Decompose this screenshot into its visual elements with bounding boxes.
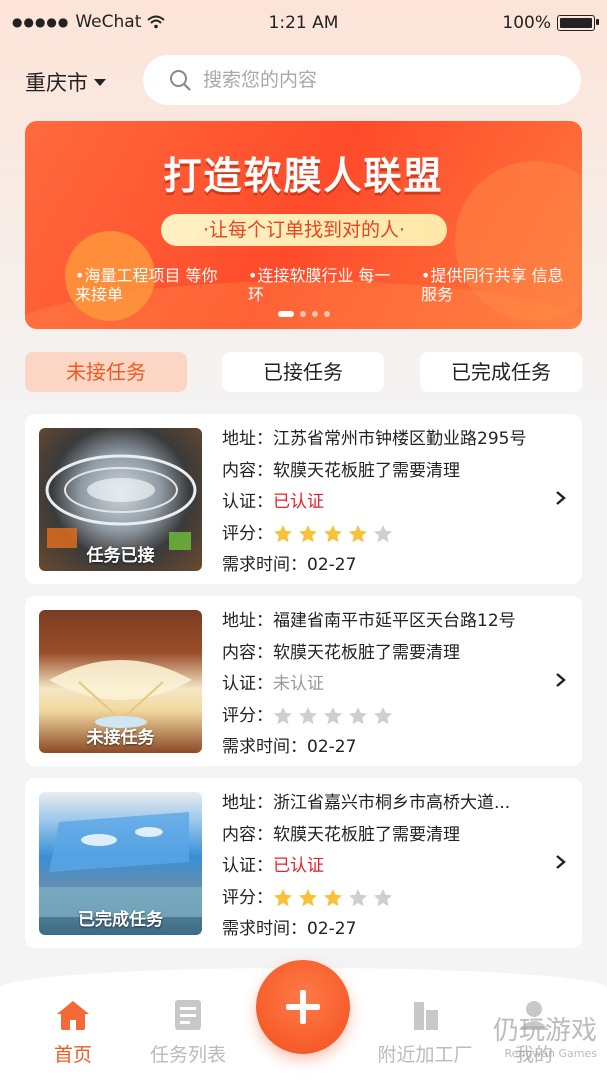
star-icon — [299, 889, 317, 907]
caret-down-icon — [94, 78, 106, 86]
banner-feature: •海量工程项目 等你来接单 — [75, 266, 218, 304]
task-time: 02-27 — [307, 737, 357, 757]
chevron-right-icon[interactable] — [554, 855, 568, 869]
watermark-sub: Rengwan Games — [504, 1047, 597, 1060]
rating-stars — [273, 888, 393, 908]
tab-home-label: 首页 — [53, 1044, 92, 1066]
task-status-caption: 未接任务 — [86, 728, 155, 748]
task-image: 任务已接 — [39, 428, 202, 571]
task-certification: 未认证 — [273, 674, 324, 694]
rating-label: 评分： — [222, 705, 273, 726]
search-icon — [170, 70, 191, 91]
star-icon — [324, 707, 342, 725]
banner-dot[interactable] — [277, 311, 294, 317]
task-address: 浙江省嘉兴市桐乡市高桥大道... — [273, 793, 511, 813]
address-label: 地址： — [222, 429, 273, 449]
rating-label: 评分： — [222, 523, 273, 544]
task-time: 02-27 — [307, 555, 357, 575]
tab-accepted[interactable]: 已接任务 — [222, 352, 384, 392]
cert-label: 认证： — [222, 856, 273, 876]
search-bar[interactable] — [143, 55, 581, 105]
task-info: 地址： 浙江省嘉兴市桐乡市高桥大道... 内容： 软膜天花板脏了需要清理 认证： 已认… — [222, 788, 568, 946]
banner-features: •海量工程项目 等你来接单 •连接软膜行业 每一环 •提供同行共享 信息服务 — [75, 266, 566, 304]
banner-feature: •提供同行共享 信息服务 — [421, 266, 564, 304]
star-icon — [349, 707, 367, 725]
time-label: 需求时间： — [222, 737, 307, 757]
star-icon — [324, 525, 342, 543]
banner-dot[interactable] — [299, 311, 306, 317]
content-label: 内容： — [222, 824, 273, 845]
address-label: 地址： — [222, 793, 273, 813]
chevron-right-icon[interactable] — [554, 491, 568, 505]
content-label: 内容： — [222, 460, 273, 481]
address-label: 地址： — [222, 611, 273, 631]
star-icon — [299, 525, 317, 543]
banner-dot[interactable] — [323, 311, 330, 317]
content-label: 内容： — [222, 642, 273, 663]
time-label: 需求时间： — [222, 919, 307, 939]
star-icon — [274, 525, 292, 543]
star-icon — [324, 889, 342, 907]
tab-nearby-factory[interactable]: 附近加工厂 — [365, 998, 485, 1067]
task-content: 软膜天花板脏了需要清理 — [273, 460, 460, 481]
status-bar: ●●●●● WeChat 1:21 AM 100% — [0, 0, 607, 48]
banner-title: 打造软膜人联盟 — [163, 154, 444, 198]
rating-stars — [273, 524, 393, 544]
time-label: 需求时间： — [222, 555, 307, 575]
tab-unaccepted[interactable]: 未接任务 — [25, 352, 187, 392]
home-icon — [57, 1001, 89, 1030]
task-card[interactable]: 任务已接 地址： 江苏省常州市钟楼区勤业路295号 内容： 软膜天花板脏了需要清理 … — [25, 414, 582, 584]
rating-label: 评分： — [222, 887, 273, 908]
header: 重庆市 — [0, 55, 607, 107]
star-icon — [274, 889, 292, 907]
task-content: 软膜天花板脏了需要清理 — [273, 824, 460, 845]
task-card[interactable]: 已完成任务 地址： 浙江省嘉兴市桐乡市高桥大道... 内容： 软膜天花板脏了需要清理… — [25, 778, 582, 948]
task-certification: 已认证 — [273, 856, 324, 876]
star-icon — [349, 525, 367, 543]
task-image: 已完成任务 — [39, 792, 202, 935]
chevron-right-icon[interactable] — [554, 673, 568, 687]
star-icon — [349, 889, 367, 907]
battery-icon — [557, 15, 599, 31]
promo-banner[interactable]: 打造软膜人联盟 ·让每个订单找到对的人· •海量工程项目 等你来接单 •连接软膜… — [25, 121, 582, 329]
tab-home[interactable]: 首页 — [13, 998, 133, 1067]
rating-stars — [273, 706, 393, 726]
cert-label: 认证： — [222, 674, 273, 694]
task-certification: 已认证 — [273, 492, 324, 512]
battery-percent: 100% — [502, 13, 551, 33]
star-icon — [374, 525, 392, 543]
task-list-icon — [175, 1000, 201, 1030]
banner-dot[interactable] — [311, 311, 318, 317]
factory-icon — [414, 1002, 438, 1030]
task-card[interactable]: 未接任务 地址： 福建省南平市延平区天台路12号 内容： 软膜天花板脏了需要清理 认… — [25, 596, 582, 766]
search-input[interactable] — [201, 68, 581, 92]
star-icon — [299, 707, 317, 725]
city-selector[interactable]: 重庆市 — [25, 67, 106, 97]
watermark-text: 仍玩游戏 — [492, 1016, 597, 1046]
cert-label: 认证： — [222, 492, 273, 512]
watermark: 仍玩游戏 Rengwan Games — [493, 1010, 597, 1060]
task-address: 福建省南平市延平区天台路12号 — [273, 611, 516, 631]
tab-nearby-factory-label: 附近加工厂 — [377, 1044, 473, 1066]
tab-completed[interactable]: 已完成任务 — [420, 352, 582, 392]
banner-subtitle: ·让每个订单找到对的人· — [161, 214, 447, 246]
task-status-caption: 已完成任务 — [78, 910, 163, 930]
task-info: 地址： 福建省南平市延平区天台路12号 内容： 软膜天花板脏了需要清理 认证： 未认证… — [222, 606, 568, 764]
task-status-caption: 任务已接 — [86, 546, 155, 566]
star-icon — [274, 707, 292, 725]
city-label: 重庆市 — [25, 71, 88, 95]
star-icon — [374, 707, 392, 725]
task-time: 02-27 — [307, 919, 357, 939]
banner-feature: •连接软膜行业 每一环 — [248, 266, 391, 304]
task-content: 软膜天花板脏了需要清理 — [273, 642, 460, 663]
task-tabs: 未接任务 已接任务 已完成任务 — [25, 352, 582, 392]
banner-pagination[interactable] — [25, 311, 582, 317]
task-info: 地址： 江苏省常州市钟楼区勤业路295号 内容： 软膜天花板脏了需要清理 认证： 已认… — [222, 424, 568, 582]
tab-task-list-label: 任务列表 — [149, 1044, 226, 1066]
star-icon — [374, 889, 392, 907]
task-address: 江苏省常州市钟楼区勤业路295号 — [273, 429, 527, 449]
task-image: 未接任务 — [39, 610, 202, 753]
add-task-button[interactable] — [256, 960, 350, 1054]
tab-task-list[interactable]: 任务列表 — [128, 998, 248, 1067]
